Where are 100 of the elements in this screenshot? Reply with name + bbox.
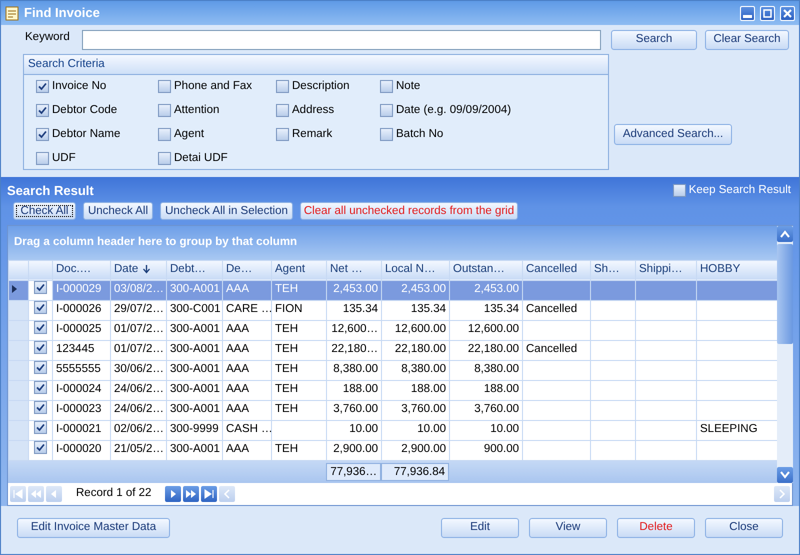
- checkbox[interactable]: [672, 184, 686, 198]
- table-cell: 10.00: [417, 423, 446, 436]
- table-cell: 22,180.00: [468, 343, 519, 356]
- column-header[interactable]: Cancelled: [522, 260, 590, 280]
- action-button[interactable]: Uncheck All: [83, 202, 153, 220]
- maximize-icon: [761, 6, 774, 20]
- row-checkbox[interactable]: [34, 281, 47, 294]
- table-cell: TEH: [275, 283, 298, 296]
- minimize-button[interactable]: [740, 6, 755, 20]
- row-checkbox[interactable]: [34, 361, 47, 374]
- checkbox-label: UDF: [52, 151, 76, 166]
- keyword-label: Keyword: [25, 30, 71, 45]
- table-cell: 300-A001: [170, 383, 220, 396]
- table-cell: TEH: [275, 443, 298, 456]
- row-checkbox[interactable]: [34, 301, 47, 314]
- column-header[interactable]: Outstan…: [450, 260, 522, 280]
- table-row[interactable]: I-000025 01/07/2… 300-A001 AAA TEH 12,600… 12,600.00 12,600.00: [8, 320, 778, 340]
- maximize-button[interactable]: [760, 6, 775, 20]
- table-row[interactable]: I-000023 24/06/2… 300-A001 AAA TEH 3,760.00 3,760.00 3,760.00: [8, 400, 778, 420]
- edit-master-data-button[interactable]: Edit Invoice Master Data: [17, 518, 170, 538]
- checkbox[interactable]: [276, 80, 289, 93]
- close-icon: [781, 6, 794, 20]
- checkbox[interactable]: [36, 152, 49, 165]
- column-header[interactable]: Sh…: [590, 260, 636, 280]
- table-cell: 10.00: [490, 423, 519, 436]
- checkbox[interactable]: [158, 128, 171, 141]
- column-header[interactable]: De…: [222, 260, 272, 280]
- row-checkbox[interactable]: [34, 341, 47, 354]
- clear-search-button[interactable]: Clear Search: [705, 30, 789, 50]
- column-header[interactable]: Doc.…: [52, 260, 110, 280]
- action-button[interactable]: Clear all unchecked records from the grid: [300, 202, 518, 220]
- table-cell: 2,453.00: [333, 283, 378, 296]
- column-header[interactable]: Shippi…: [636, 260, 696, 280]
- next-record-button[interactable]: [165, 486, 182, 502]
- row-checkbox[interactable]: [34, 401, 47, 414]
- scrollbar-thumb[interactable]: [777, 244, 793, 344]
- row-checkbox[interactable]: [34, 421, 47, 434]
- checkbox-label: Keep Search Result: [688, 183, 791, 198]
- table-cell: AAA: [226, 343, 250, 356]
- column-header[interactable]: Date: [110, 260, 166, 280]
- checkbox[interactable]: [380, 104, 393, 117]
- checkbox-label: Invoice No: [52, 79, 106, 94]
- search-button[interactable]: Search: [611, 30, 697, 50]
- checkbox[interactable]: [36, 104, 49, 117]
- close-button[interactable]: [780, 6, 795, 20]
- checkbox[interactable]: [276, 104, 289, 117]
- table-cell: 2,453.00: [401, 283, 446, 296]
- table-cell: AAA: [226, 383, 250, 396]
- scroll-up-button[interactable]: [777, 226, 793, 242]
- table-cell: 3,760.00: [333, 403, 378, 416]
- column-header[interactable]: Debt…: [166, 260, 222, 280]
- table-cell: FION: [275, 303, 302, 316]
- command-button[interactable]: Delete: [617, 518, 695, 538]
- checkbox[interactable]: [158, 152, 171, 165]
- command-button[interactable]: View: [529, 518, 607, 538]
- table-row[interactable]: I-000020 21/05/2… 300-A001 AAA TEH 2,900.00 2,900.00 900.00: [8, 440, 778, 460]
- table-cell: TEH: [275, 323, 298, 336]
- advanced-search-button[interactable]: Advanced Search...: [614, 124, 732, 145]
- column-header[interactable]: Local N…: [382, 260, 450, 280]
- table-cell: 12,600…: [331, 323, 378, 336]
- checkbox[interactable]: [276, 128, 289, 141]
- panel-header: Search Criteria: [24, 55, 608, 76]
- checkbox-label: Agent: [174, 127, 204, 142]
- table-cell: I-000021: [56, 423, 102, 436]
- table-cell: TEH: [275, 403, 298, 416]
- checkbox-label: Remark: [292, 127, 332, 142]
- checkbox[interactable]: [36, 80, 49, 93]
- keyword-field[interactable]: [82, 30, 601, 50]
- window-title: Find Invoice: [24, 4, 100, 22]
- table-cell: I-000020: [56, 443, 102, 456]
- column-header[interactable]: Net …: [326, 260, 382, 280]
- command-button[interactable]: Edit: [441, 518, 519, 538]
- action-button[interactable]: Uncheck All in Selection: [160, 202, 293, 220]
- command-button[interactable]: Close: [705, 518, 783, 538]
- checkbox[interactable]: [36, 128, 49, 141]
- table-row[interactable]: 123445 01/07/2… 300-A001 AAA TEH 22,180… 22,180.00 22,180.00 Cancelled: [8, 340, 778, 360]
- table-cell: 300-A001: [170, 343, 220, 356]
- scroll-down-button[interactable]: [777, 466, 793, 482]
- checkbox[interactable]: [380, 128, 393, 141]
- row-checkbox[interactable]: [34, 321, 47, 334]
- checkbox[interactable]: [158, 80, 171, 93]
- table-row[interactable]: I-000024 24/06/2… 300-A001 AAA TEH 188.00 188.00 188.00: [8, 380, 778, 400]
- next-page-button[interactable]: [183, 486, 200, 502]
- row-indicator-icon: [12, 285, 17, 294]
- row-checkbox[interactable]: [34, 381, 47, 394]
- table-cell: 30/06/2…: [114, 363, 164, 376]
- row-checkbox[interactable]: [34, 441, 47, 454]
- checkbox-label: Attention: [174, 103, 220, 118]
- minimize-icon: [743, 14, 752, 18]
- table-cell: 188.00: [410, 383, 446, 396]
- table-cell: 300-A001: [170, 323, 220, 336]
- record-counter: Record 1 of 22: [76, 486, 152, 501]
- action-button[interactable]: Check All: [13, 202, 76, 220]
- column-header[interactable]: HOBBY: [696, 260, 778, 280]
- checkbox[interactable]: [158, 104, 171, 117]
- table-row[interactable]: 5555555 30/06/2… 300-A001 AAA TEH 8,380.00 8,380.00 8,380.00: [8, 360, 778, 380]
- column-header[interactable]: Agent: [272, 260, 326, 280]
- table-cell: 12,600.00: [468, 323, 519, 336]
- checkbox[interactable]: [380, 80, 393, 93]
- last-record-button[interactable]: [201, 486, 218, 502]
